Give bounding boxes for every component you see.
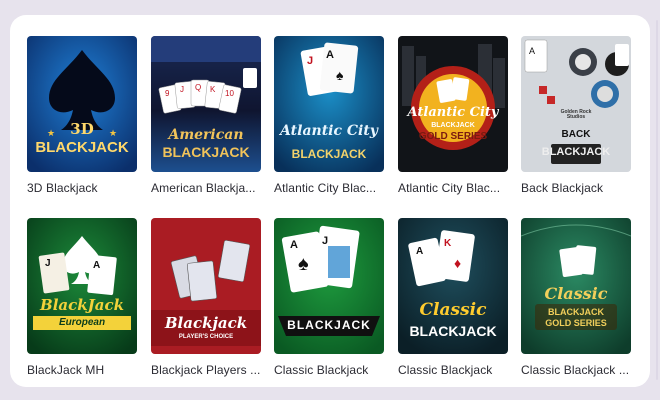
art-title: BACK — [561, 129, 591, 140]
svg-text:♠: ♠ — [298, 253, 309, 275]
game-tile-back-blackjack[interactable]: A Golden Rock Studios BACK BLACKJACK Bac… — [521, 36, 631, 195]
svg-text:A: A — [529, 46, 535, 56]
game-tile-atlantic-city-blackjack-gold[interactable]: Atlantic City BLACKJACK GOLD SERIES Atla… — [398, 36, 508, 195]
art-subtitle: BLACKJACK — [409, 323, 497, 339]
art-subtitle: BLACKJACK — [431, 122, 475, 129]
svg-text:K: K — [210, 85, 216, 94]
cards-artwork: A ♠ J — [274, 218, 384, 354]
art-title: Atlantic City — [407, 105, 499, 120]
game-title[interactable]: Atlantic City Blac... — [274, 181, 386, 195]
svg-text:A: A — [290, 239, 298, 251]
svg-text:♠: ♠ — [336, 67, 344, 83]
art-subtitle: PLAYER'S CHOICE — [178, 334, 234, 340]
game-title[interactable]: BlackJack MH — [27, 363, 139, 377]
svg-text:Q: Q — [195, 83, 201, 92]
game-title[interactable]: Classic Blackjack ... — [521, 363, 633, 377]
art-title: Atlantic City — [280, 123, 378, 139]
game-thumbnail[interactable]: A ♠ J BLACKJACK — [274, 218, 384, 354]
game-title[interactable]: Blackjack Players ... — [151, 363, 263, 377]
game-tile-3d-blackjack[interactable]: ★ ★ 3D BLACKJACK 3D Blackjack — [27, 36, 137, 195]
art-subtitle: BLACKJACK — [291, 147, 367, 161]
art-subtitle: BLACKJACK — [35, 139, 129, 156]
game-tile-blackjack-players-choice[interactable]: Blackjack PLAYER'S CHOICE Blackjack Play… — [151, 218, 261, 377]
cards-artwork: J A — [27, 218, 137, 354]
game-title[interactable]: Back Blackjack — [521, 181, 633, 195]
game-thumbnail[interactable]: J A BlackJack European — [27, 218, 137, 354]
svg-text:9: 9 — [165, 89, 170, 98]
game-thumbnail[interactable]: ★ ★ 3D BLACKJACK — [27, 36, 137, 172]
game-title[interactable]: Classic Blackjack — [274, 363, 386, 377]
game-thumbnail[interactable]: Blackjack PLAYER'S CHOICE — [151, 218, 261, 354]
svg-text:J: J — [180, 85, 184, 94]
svg-text:A: A — [326, 49, 334, 61]
art-title: Blackjack — [164, 314, 248, 332]
game-thumbnail[interactable]: A Golden Rock Studios BACK BLACKJACK — [521, 36, 631, 172]
game-thumbnail[interactable]: A K ♦ Classic BLACKJACK — [398, 218, 508, 354]
art-subtitle: BLACKJACK — [162, 144, 250, 160]
svg-text:J: J — [45, 258, 51, 269]
game-tile-atlantic-city-blackjack[interactable]: J A ♠ Atlantic City BLACKJACK Atlantic C… — [274, 36, 384, 195]
game-thumbnail[interactable]: Atlantic City BLACKJACK GOLD SERIES — [398, 36, 508, 172]
game-tile-american-blackjack[interactable]: 9 J Q K 10 American BLACKJACK American Black… — [151, 36, 261, 195]
svg-text:J: J — [307, 55, 313, 67]
svg-text:A: A — [93, 260, 100, 271]
art-series: GOLD SERIES — [545, 318, 607, 328]
art-title: 3D — [70, 120, 94, 138]
game-grid-panel: ★ ★ 3D BLACKJACK 3D Blackjack 9JQK 10 Am… — [10, 15, 650, 387]
svg-text:J: J — [322, 235, 328, 247]
art-subtitle: BLACKJACK — [541, 146, 611, 158]
game-tile-classic-blackjack-green[interactable]: A ♠ J BLACKJACK Classic Blackjack — [274, 218, 384, 377]
svg-text:10: 10 — [225, 89, 234, 98]
art-title: American — [168, 127, 244, 143]
art-title: BlackJack — [40, 296, 124, 314]
game-thumbnail[interactable]: J A ♠ Atlantic City BLACKJACK — [274, 36, 384, 172]
art-title: Classic — [419, 300, 487, 320]
art-title: BLACKJACK — [287, 318, 371, 332]
svg-text:A: A — [416, 246, 423, 257]
game-thumbnail[interactable]: 9 J Q K 10 American BLACKJACK — [151, 36, 261, 172]
game-title[interactable]: Classic Blackjack — [398, 363, 510, 377]
studio-logo: Golden Rock Studios — [560, 109, 592, 120]
svg-text:♦: ♦ — [454, 255, 461, 271]
game-thumbnail[interactable]: Classic BLACKJACK GOLD SERIES — [521, 218, 631, 354]
skyline-artwork — [398, 36, 508, 172]
game-title[interactable]: Atlantic City Blac... — [398, 181, 510, 195]
svg-text:K: K — [444, 238, 452, 249]
art-title: Classic — [544, 284, 608, 303]
art-subtitle: BLACKJACK — [548, 307, 604, 317]
scrollbar-track[interactable] — [656, 20, 658, 380]
game-title[interactable]: 3D Blackjack — [27, 181, 139, 195]
game-tile-blackjack-mh[interactable]: J A BlackJack European BlackJack MH — [27, 218, 137, 377]
game-title[interactable]: American Blackja... — [151, 181, 263, 195]
game-tile-classic-blackjack-dark[interactable]: A K ♦ Classic BLACKJACK Classic Blackjac… — [398, 218, 508, 377]
art-series: GOLD SERIES — [418, 131, 488, 142]
art-subtitle: European — [58, 317, 106, 328]
game-tile-classic-blackjack-gold[interactable]: Classic BLACKJACK GOLD SERIES Classic Bl… — [521, 218, 631, 377]
